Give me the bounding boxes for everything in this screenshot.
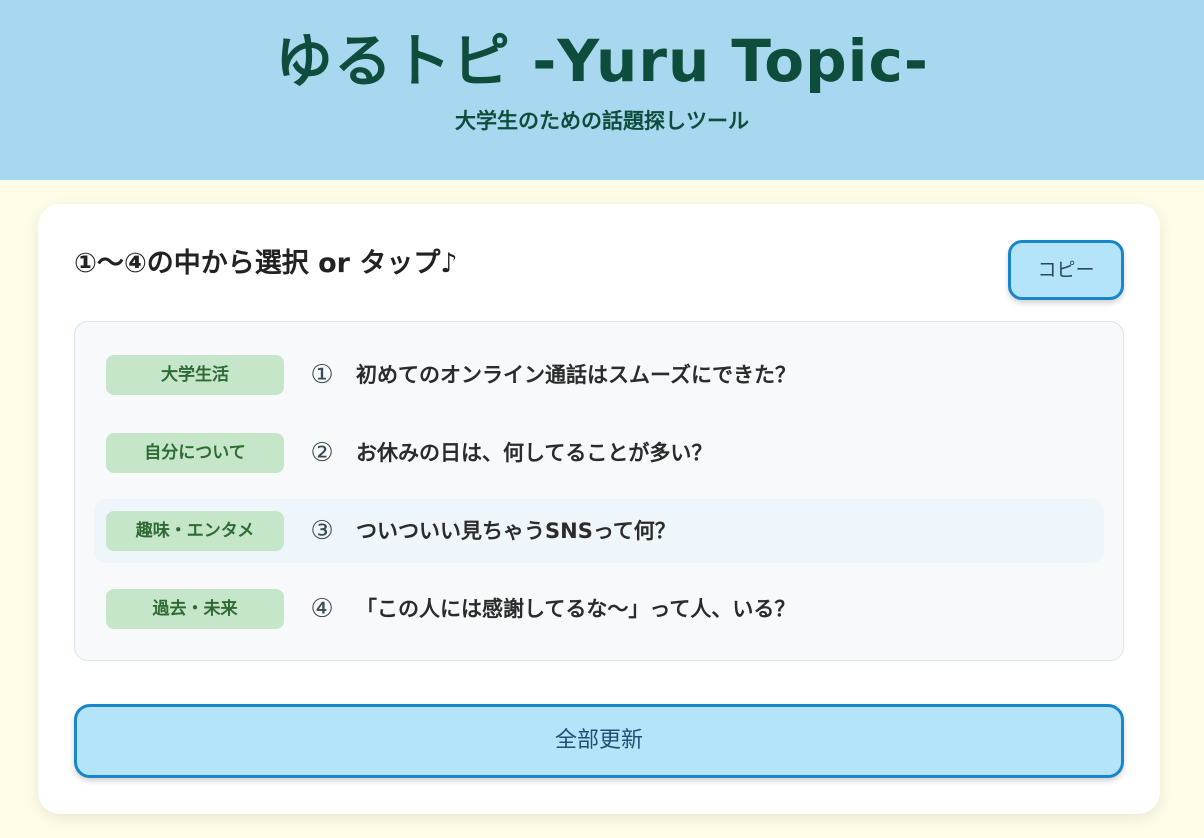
- refresh-all-button[interactable]: 全部更新: [74, 704, 1124, 778]
- topic-number: ④: [310, 594, 334, 624]
- instruction-text: ①～④の中から選択 or タップ♪: [74, 248, 458, 279]
- app-header: ゆるトピ -Yuru Topic- 大学生のための話題探しツール: [0, 0, 1204, 180]
- category-tag: 大学生活: [106, 355, 284, 395]
- app-title: ゆるトピ -Yuru Topic-: [275, 27, 929, 95]
- app-subtitle: 大学生のための話題探しツール: [455, 109, 749, 133]
- topic-row-3[interactable]: 趣味・エンタメ ③ ついついい見ちゃうSNSって何？: [94, 499, 1104, 563]
- topic-number: ①: [310, 360, 334, 390]
- topic-card: ①～④の中から選択 or タップ♪ コピー 大学生活 ① 初めてのオンライン通話…: [38, 204, 1160, 814]
- topic-number: ②: [310, 438, 334, 468]
- topic-text: 「この人には感謝してるな～」って人、いる？: [356, 597, 796, 621]
- category-tag: 過去・未来: [106, 589, 284, 629]
- copy-button[interactable]: コピー: [1008, 240, 1124, 300]
- topic-list: 大学生活 ① 初めてのオンライン通話はスムーズにできた？ 自分について ② お休…: [74, 321, 1124, 661]
- topic-number: ③: [310, 516, 334, 546]
- topic-row-2[interactable]: 自分について ② お休みの日は、何してることが多い？: [94, 421, 1104, 485]
- topic-text: 初めてのオンライン通話はスムーズにできた？: [356, 363, 796, 387]
- topic-row-1[interactable]: 大学生活 ① 初めてのオンライン通話はスムーズにできた？: [94, 343, 1104, 407]
- topic-row-4[interactable]: 過去・未来 ④ 「この人には感謝してるな～」って人、いる？: [94, 577, 1104, 641]
- category-tag: 自分について: [106, 433, 284, 473]
- topic-text: ついついい見ちゃうSNSって何？: [356, 519, 676, 543]
- topic-text: お休みの日は、何してることが多い？: [356, 441, 713, 465]
- category-tag: 趣味・エンタメ: [106, 511, 284, 551]
